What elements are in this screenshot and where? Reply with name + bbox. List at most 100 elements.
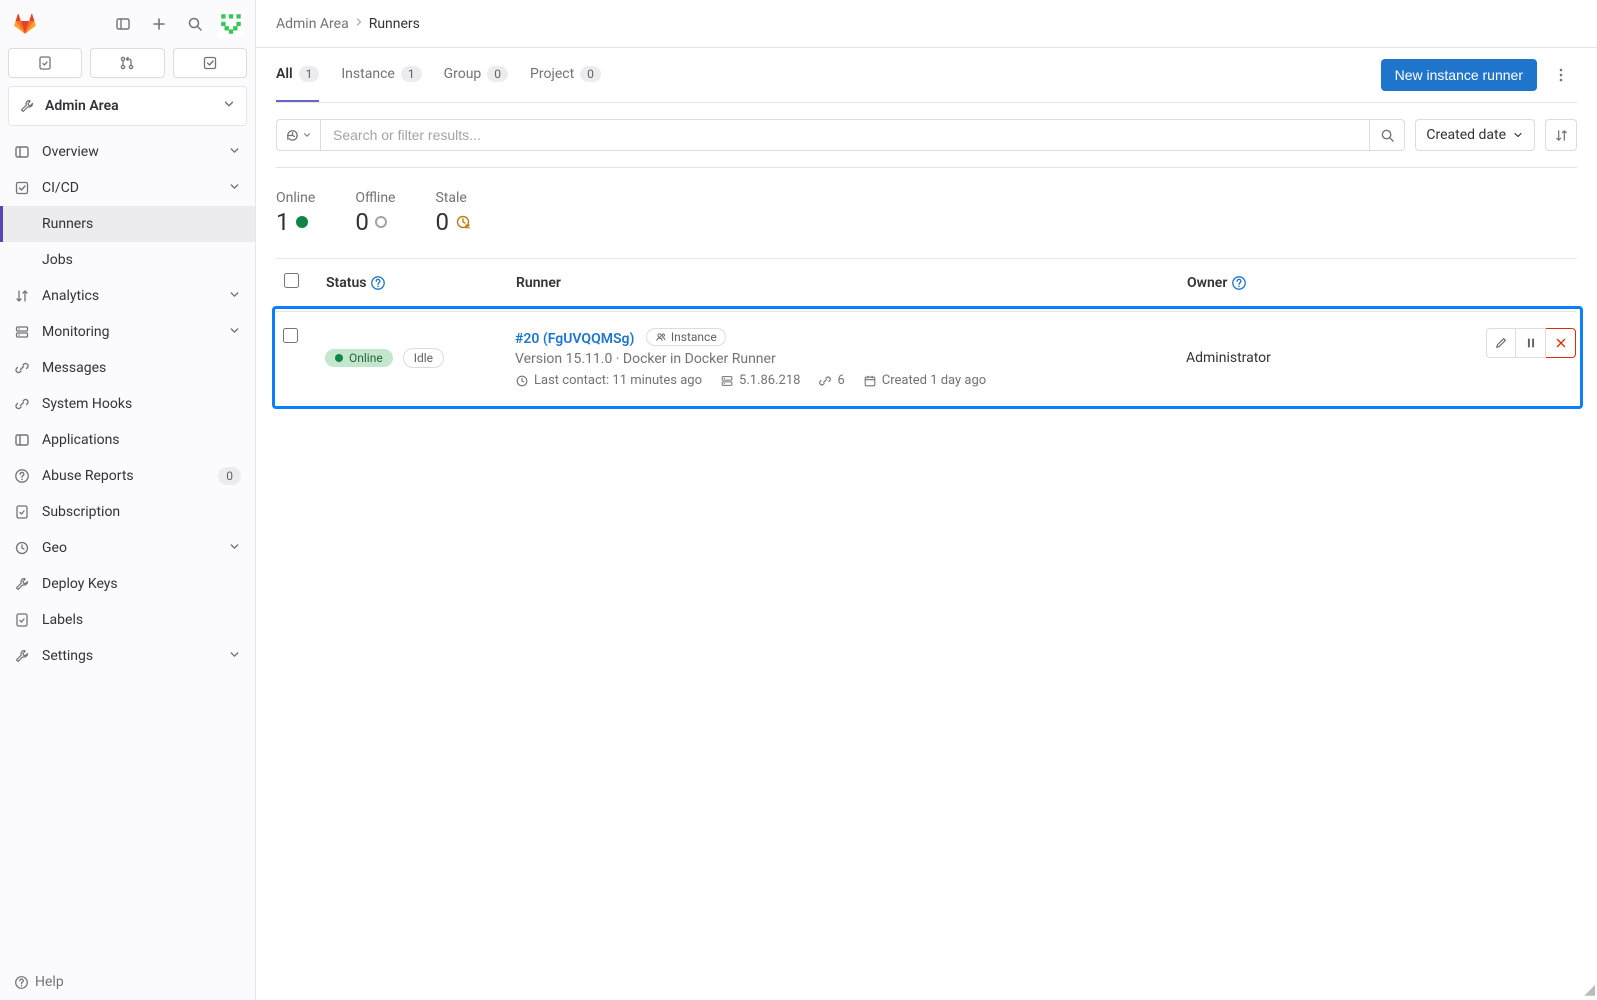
- sidebar-item-label: Analytics: [42, 288, 216, 304]
- more-actions-button[interactable]: [1545, 59, 1577, 91]
- breadcrumb-root[interactable]: Admin Area: [276, 16, 349, 32]
- sidebar-item-applications[interactable]: Applications: [0, 422, 255, 458]
- sidebar-item-label: Settings: [42, 648, 216, 664]
- chevron-down-icon: [228, 540, 241, 557]
- search-wrap: [276, 119, 1405, 151]
- filter-search-input[interactable]: [320, 119, 1369, 151]
- sidebar-item-label: Messages: [42, 360, 241, 376]
- search-history-button[interactable]: [276, 119, 320, 151]
- summary-stale-label: Stale: [435, 190, 471, 206]
- tab-instance[interactable]: Instance1: [341, 48, 421, 102]
- chevron-down-icon: [228, 648, 241, 665]
- sort-dropdown[interactable]: Created date: [1415, 119, 1535, 151]
- search-submit-button[interactable]: [1369, 119, 1405, 151]
- runner-action-group: [1486, 328, 1576, 358]
- tab-project[interactable]: Project0: [530, 48, 601, 102]
- overview-icon: [14, 144, 30, 160]
- sidebar-item-system-hooks[interactable]: System Hooks: [0, 386, 255, 422]
- sidebar-item-deploy-keys[interactable]: Deploy Keys: [0, 566, 255, 602]
- help-icon[interactable]: [1231, 275, 1247, 291]
- sidebar-item-label: Abuse Reports: [42, 468, 206, 484]
- sidebar-item-analytics[interactable]: Analytics: [0, 278, 255, 314]
- license-icon: [14, 504, 30, 520]
- context-title: Admin Area: [45, 98, 212, 114]
- pause-runner-button[interactable]: [1516, 328, 1546, 358]
- tab-group[interactable]: Group0: [444, 48, 508, 102]
- sidebar-item-label: Monitoring: [42, 324, 216, 340]
- sidebar-item-overview[interactable]: Overview: [0, 134, 255, 170]
- gitlab-logo[interactable]: [8, 7, 42, 41]
- new-instance-runner-button[interactable]: New instance runner: [1381, 59, 1537, 91]
- runner-owner: Administrator: [1186, 350, 1271, 366]
- help-icon: [14, 975, 29, 990]
- create-new-button[interactable]: [143, 8, 175, 40]
- rocket-icon: [14, 180, 30, 196]
- sidebar-item-label: Runners: [42, 216, 241, 232]
- select-all-checkbox[interactable]: [284, 273, 299, 288]
- tab-count: 0: [580, 66, 601, 82]
- highlighted-runner-row: Online Idle #20 (FgUVQQMSg) Instance Ver…: [272, 306, 1583, 409]
- breadcrumbs: Admin Area Runners: [256, 0, 1597, 48]
- chevron-right-icon: [353, 16, 365, 32]
- sidebar-item-label: Applications: [42, 432, 241, 448]
- sidebar-item-label: Labels: [42, 612, 241, 628]
- sidebar-item-labels[interactable]: Labels: [0, 602, 255, 638]
- apps-icon: [14, 432, 30, 448]
- context-header[interactable]: Admin Area: [8, 86, 247, 126]
- status-pill-idle: Idle: [403, 348, 444, 368]
- chevron-down-icon: [228, 288, 241, 305]
- help-link[interactable]: Help: [14, 974, 241, 990]
- sidebar-item-abuse-reports[interactable]: Abuse Reports0: [0, 458, 255, 494]
- select-runner-checkbox[interactable]: [283, 328, 298, 343]
- sidebar-subitem-jobs[interactable]: Jobs: [0, 242, 255, 278]
- runner-link[interactable]: #20 (FgUVQQMSg): [515, 331, 634, 347]
- sidebar-item-label: Geo: [42, 540, 216, 556]
- toggle-sidebar-button[interactable]: [107, 8, 139, 40]
- nav-list: Overview CI/CD Runners Jobs Analytics Monitor…: [0, 134, 255, 674]
- calendar-icon: [863, 374, 877, 388]
- todos-shortcut-button[interactable]: [173, 48, 247, 78]
- monitor-icon: [14, 324, 30, 340]
- chevron-down-icon: [228, 144, 241, 161]
- user-avatar[interactable]: [215, 8, 247, 40]
- hook-icon: [14, 396, 30, 412]
- filter-row: Created date: [276, 103, 1577, 168]
- tab-count: 1: [401, 66, 422, 82]
- summary-stale-value: 0: [435, 208, 449, 236]
- summary-online-label: Online: [276, 190, 315, 206]
- tab-count: 0: [487, 66, 508, 82]
- tab-all[interactable]: All1: [276, 48, 319, 102]
- summary-offline: Offline 0: [355, 190, 395, 236]
- offline-dot-icon: [375, 216, 387, 228]
- geo-icon: [14, 540, 30, 556]
- server-icon: [720, 374, 734, 388]
- chevron-down-icon: [228, 324, 241, 341]
- runner-last-contact: Last contact: 11 minutes ago: [534, 373, 702, 388]
- sidebar-item-monitoring[interactable]: Monitoring: [0, 314, 255, 350]
- sidebar-item-geo[interactable]: Geo: [0, 530, 255, 566]
- sidebar-item-messages[interactable]: Messages: [0, 350, 255, 386]
- delete-runner-button[interactable]: [1546, 328, 1576, 358]
- tab-label: All: [276, 66, 293, 82]
- tabs: All1Instance1Group0Project0: [276, 48, 601, 102]
- sort-icon: [1554, 128, 1569, 143]
- search-button[interactable]: [179, 8, 211, 40]
- issues-shortcut-button[interactable]: [8, 48, 82, 78]
- status-pill-online: Online: [325, 349, 393, 367]
- help-icon[interactable]: [370, 275, 386, 291]
- sidebar-item-ci-cd[interactable]: CI/CD: [0, 170, 255, 206]
- merge-requests-shortcut-button[interactable]: [90, 48, 164, 78]
- tabs-row: All1Instance1Group0Project0 New instance…: [276, 48, 1577, 103]
- sort-direction-button[interactable]: [1545, 119, 1577, 151]
- summary-offline-label: Offline: [355, 190, 395, 206]
- top-bar: [0, 0, 255, 48]
- sidebar-item-label: Overview: [42, 144, 216, 160]
- sidebar-subitem-runners[interactable]: Runners: [0, 206, 255, 242]
- column-status: Status: [326, 275, 366, 291]
- sidebar-item-settings[interactable]: Settings: [0, 638, 255, 674]
- sidebar-item-subscription[interactable]: Subscription: [0, 494, 255, 530]
- close-icon: [1554, 336, 1568, 350]
- edit-runner-button[interactable]: [1486, 328, 1516, 358]
- summary-offline-value: 0: [355, 208, 369, 236]
- sidebar-item-label: Subscription: [42, 504, 241, 520]
